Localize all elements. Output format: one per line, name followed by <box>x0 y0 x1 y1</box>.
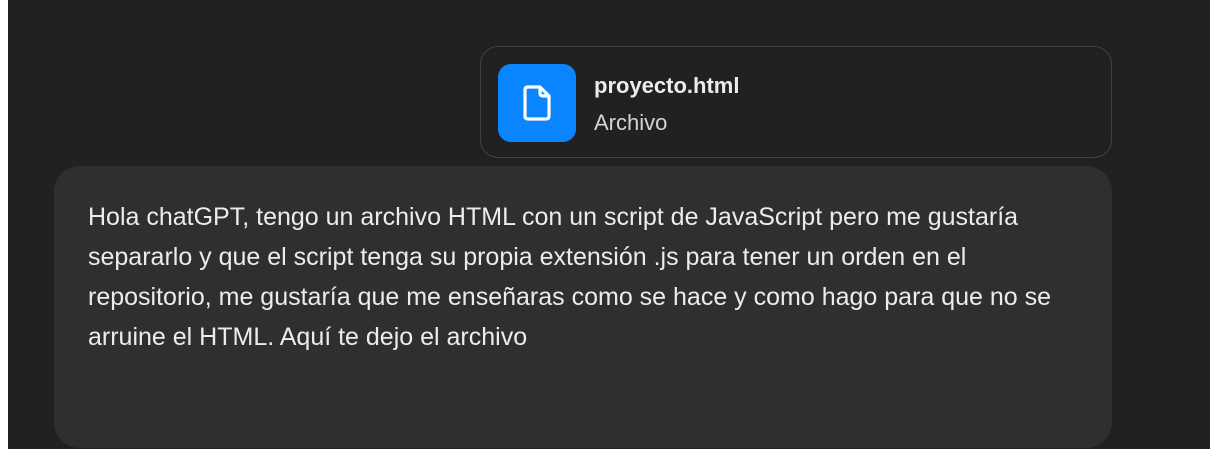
user-message-bubble: Hola chatGPT, tengo un archivo HTML con … <box>54 166 1112 448</box>
document-icon <box>523 85 551 121</box>
chat-area: proyecto.html Archivo Hola chatGPT, teng… <box>8 0 1210 449</box>
file-name: proyecto.html <box>594 73 740 98</box>
file-type-label: Archivo <box>594 110 668 135</box>
file-attachment-card[interactable]: proyecto.html Archivo <box>480 46 1112 158</box>
user-message-text: Hola chatGPT, tengo un archivo HTML con … <box>88 203 1052 351</box>
file-icon-tile <box>498 64 576 142</box>
